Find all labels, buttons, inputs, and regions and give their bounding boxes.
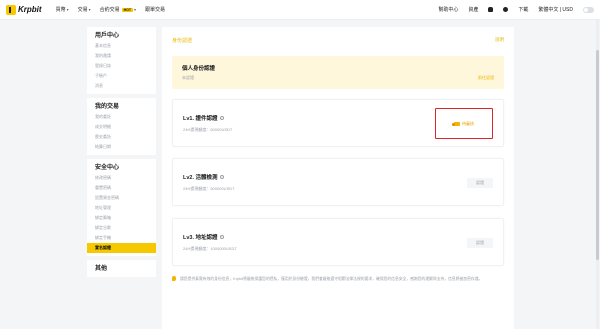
- identity-card: 個人身份認證 未認證 前往認證: [172, 56, 504, 89]
- nav-download[interactable]: 下載: [518, 6, 528, 13]
- main-panel: 身份認證 說明 個人身份認證 未認證 前往認證 Lv1. 證件認證 24H提現額…: [162, 27, 514, 329]
- logo[interactable]: Krpbit: [6, 4, 42, 15]
- bell-icon[interactable]: [488, 7, 494, 12]
- logo-text: Krpbit: [18, 5, 42, 14]
- verify-button[interactable]: 認證: [467, 238, 493, 248]
- level-card-lv3: Lv3. 地址認證 24H提現額度：1000000USDT 認證: [172, 218, 504, 266]
- sidebar-item-settlement[interactable]: 結算日期: [87, 142, 156, 152]
- help-link[interactable]: 說明: [495, 37, 504, 43]
- main-header: 身份認證 說明: [172, 35, 504, 45]
- info-icon[interactable]: [219, 235, 224, 239]
- highlight-box: 待審核: [435, 108, 493, 139]
- level-title-text: Lv2. 活體檢測: [183, 175, 218, 181]
- sidebar-item-invite[interactable]: 我的邀請: [87, 51, 156, 61]
- sidebar-group-my-trades: 我的交易 我的委託 成交明細 歷史委託 結算日期: [87, 98, 156, 155]
- sidebar-item-login-log[interactable]: 登錄日誌: [87, 61, 156, 71]
- level-title-text: Lv1. 證件認證: [183, 116, 218, 122]
- sidebar-item-fund-password[interactable]: 設置資金密碼: [87, 193, 156, 203]
- identity-status: 未認證: [182, 75, 194, 80]
- info-icon[interactable]: [219, 116, 224, 120]
- nav-label: 交易: [77, 7, 88, 13]
- pending-review-icon: [452, 121, 460, 126]
- chevron-down-icon: ▾: [88, 7, 91, 12]
- sidebar-group-title: 其他: [95, 266, 108, 272]
- nav-label: 買幣: [55, 7, 66, 13]
- sidebar-group-security: 安全中心 修改密碼 重置密碼 設置資金密碼 地址管理 綁定郵箱 綁定谷歌 綁定手…: [87, 159, 156, 256]
- level-title-text: Lv3. 地址認證: [183, 235, 218, 241]
- sidebar-item-bind-google[interactable]: 綁定谷歌: [87, 223, 156, 233]
- theme-toggle[interactable]: [583, 6, 594, 13]
- level-title: Lv1. 證件認證: [183, 114, 224, 122]
- page-scrollbar[interactable]: [596, 20, 599, 329]
- sidebar-group-title: 用戶中心: [95, 33, 120, 39]
- sidebar-item-kyc[interactable]: 實名認證: [87, 243, 156, 253]
- logo-mark-icon: [6, 4, 16, 15]
- nav-assets[interactable]: 資產: [468, 6, 478, 13]
- sidebar: 用戶中心 基本信息 我的邀請 登錄日誌 子帳戶 消息 我的交易 我的委託 成交明…: [87, 27, 156, 329]
- pending-review-label: 待審核: [462, 120, 474, 126]
- sidebar-group-user-center: 用戶中心 基本信息 我的邀請 登錄日誌 子帳戶 消息: [87, 27, 156, 94]
- scrollbar-thumb[interactable]: [596, 50, 599, 260]
- chevron-down-icon: ▾: [134, 7, 137, 12]
- chevron-down-icon: ▾: [66, 7, 69, 12]
- sidebar-item-order-history[interactable]: 歷史委託: [87, 132, 156, 142]
- level-card-lv2: Lv2. 活體檢測 24H提現額度：500000USDT 認證: [172, 158, 504, 206]
- notice-text: 請您提供真實有效的身份信息，Krpbit將嚴格保護您的隱私，僅用於身份驗證，我們…: [180, 277, 483, 281]
- user-icon[interactable]: [503, 7, 509, 12]
- nav-futures[interactable]: 合約交易 HOT ▾: [100, 6, 136, 13]
- nav-trade[interactable]: 交易 ▾: [78, 6, 91, 13]
- sidebar-item-bind-phone[interactable]: 綁定手機: [87, 233, 156, 243]
- sidebar-item-basic-info[interactable]: 基本信息: [87, 41, 156, 51]
- top-nav: Krpbit 買幣 ▾ 交易 ▾ 合約交易 HOT ▾ 跟單交易 幫助中心 資產 下載 …: [0, 0, 600, 20]
- nav-buy-crypto[interactable]: 買幣 ▾: [56, 6, 69, 13]
- language-currency-selector[interactable]: 繁體中文 | USD: [538, 6, 573, 13]
- sidebar-item-bind-email[interactable]: 綁定郵箱: [87, 213, 156, 223]
- sidebar-item-change-password[interactable]: 修改密碼: [87, 173, 156, 183]
- nav-help-center[interactable]: 幫助中心: [438, 6, 458, 13]
- nav-right: 幫助中心 資產 下載 繁體中文 | USD: [438, 6, 594, 13]
- sidebar-item-address-management[interactable]: 地址管理: [87, 203, 156, 213]
- nav-copy-trading[interactable]: 跟單交易: [145, 6, 165, 13]
- sidebar-item-trade-details[interactable]: 成交明細: [87, 122, 156, 132]
- nav-label: 跟單交易: [145, 7, 166, 13]
- pending-review-button[interactable]: 待審核: [452, 120, 474, 127]
- level-limit: 24H提現額度：1000000USDT: [183, 246, 237, 251]
- level-limit: 24H提現額度：50000USDT: [183, 127, 233, 132]
- sidebar-item-sub-account[interactable]: 子帳戶: [87, 71, 156, 81]
- level-title: Lv2. 活體檢測: [183, 173, 224, 181]
- sidebar-group-other: 其他: [87, 260, 156, 277]
- main-nav: 買幣 ▾ 交易 ▾ 合約交易 HOT ▾ 跟單交易: [56, 6, 166, 13]
- info-icon[interactable]: [219, 175, 224, 179]
- location-pin-icon: [172, 276, 176, 281]
- hot-badge: HOT: [121, 7, 134, 12]
- sidebar-group-title: 安全中心: [95, 165, 120, 171]
- level-card-lv1: Lv1. 證件認證 24H提現額度：50000USDT 待審核: [172, 99, 504, 147]
- identity-title: 個人身份認證: [182, 66, 216, 72]
- notice: 請您提供真實有效的身份信息，Krpbit將嚴格保護您的隱私，僅用於身份驗證，我們…: [172, 276, 504, 282]
- sidebar-item-reset-password[interactable]: 重置密碼: [87, 183, 156, 193]
- sidebar-group-title: 我的交易: [95, 104, 120, 110]
- nav-label: 合約交易: [99, 7, 120, 13]
- level-title: Lv3. 地址認證: [183, 233, 224, 241]
- page-title: 身份認證: [172, 37, 193, 44]
- go-verify-link[interactable]: 前往認證: [478, 75, 494, 81]
- level-limit: 24H提現額度：500000USDT: [183, 186, 235, 191]
- sidebar-item-my-orders[interactable]: 我的委託: [87, 112, 156, 122]
- sidebar-item-messages[interactable]: 消息: [87, 81, 156, 91]
- verify-button[interactable]: 認證: [467, 178, 493, 188]
